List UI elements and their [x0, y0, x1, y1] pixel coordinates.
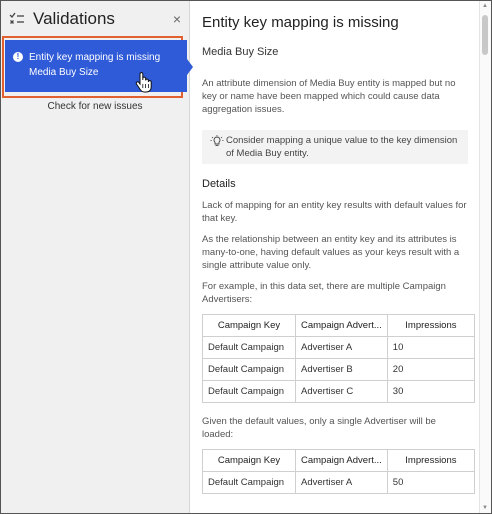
table-cell: 30: [386, 380, 476, 403]
example-table-before: Campaign Key Campaign Advert... Impressi…: [202, 314, 476, 403]
table-cell: 10: [386, 336, 476, 359]
column-header: Campaign Key: [202, 314, 296, 337]
column-header: Campaign Advert...: [295, 314, 388, 337]
table-cell: 20: [386, 358, 476, 381]
table-row: Default Campaign Advertiser B 20: [202, 358, 476, 381]
panel-title: Validations: [33, 9, 115, 28]
table-header-row: Campaign Key Campaign Advert... Impressi…: [202, 449, 476, 472]
scroll-down-icon[interactable]: ▼: [482, 505, 488, 511]
table-row: Default Campaign Advertiser A 50: [202, 471, 476, 494]
table-cell: Advertiser A: [295, 336, 388, 359]
tip-box: Consider mapping a unique value to the k…: [202, 130, 468, 164]
table-cell: Default Campaign: [202, 380, 296, 403]
app-window: Validations × ! Entity key mapping is mi…: [0, 0, 492, 514]
table-cell: Advertiser B: [295, 358, 388, 381]
table-row: Default Campaign Advertiser C 30: [202, 380, 476, 403]
column-header: Impressions: [386, 449, 476, 472]
check-for-new-issues-link[interactable]: Check for new issues: [1, 101, 189, 112]
example-table-after: Campaign Key Campaign Advert... Impressi…: [202, 449, 476, 494]
hand-cursor-icon: [135, 72, 152, 93]
close-icon[interactable]: ×: [173, 11, 181, 27]
table-cell: 50: [386, 471, 476, 494]
issue-detail-panel: Entity key mapping is missing Media Buy …: [190, 1, 480, 513]
scrollbar-thumb[interactable]: [482, 15, 488, 55]
details-paragraph-3: For example, in this data set, there are…: [202, 281, 446, 305]
lightbulb-icon: [210, 135, 224, 146]
detail-description: An attribute dimension of Media Buy enti…: [202, 78, 456, 115]
details-heading: Details: [202, 178, 236, 190]
alert-icon: !: [13, 52, 23, 62]
details-paragraph-4: Given the default values, only a single …: [202, 416, 436, 440]
detail-title: Entity key mapping is missing: [202, 14, 399, 31]
table-cell: Default Campaign: [202, 358, 296, 381]
table-cell: Advertiser C: [295, 380, 388, 403]
scroll-up-icon[interactable]: ▲: [482, 3, 488, 9]
scrollbar[interactable]: ▲ ▼: [479, 1, 491, 513]
list-check-icon: [9, 12, 24, 24]
issue-subtitle: Media Buy Size: [29, 67, 99, 78]
table-cell: Default Campaign: [202, 336, 296, 359]
issue-card[interactable]: ! Entity key mapping is missing Media Bu…: [5, 40, 187, 92]
table-row: Default Campaign Advertiser A 10: [202, 336, 476, 359]
column-header: Impressions: [386, 314, 476, 337]
validations-panel: Validations × ! Entity key mapping is mi…: [1, 1, 193, 513]
validations-header: Validations ×: [1, 1, 189, 37]
details-paragraph-2: As the relationship between an entity ke…: [202, 234, 460, 271]
details-paragraph-1: Lack of mapping for an entity key result…: [202, 200, 467, 224]
table-cell: Advertiser A: [295, 471, 388, 494]
table-header-row: Campaign Key Campaign Advert... Impressi…: [202, 314, 476, 337]
table-cell: Default Campaign: [202, 471, 296, 494]
column-header: Campaign Key: [202, 449, 296, 472]
column-header: Campaign Advert...: [295, 449, 388, 472]
detail-subtitle: Media Buy Size: [202, 46, 279, 58]
issue-title: Entity key mapping is missing: [29, 52, 161, 63]
tip-text: Consider mapping a unique value to the k…: [226, 135, 458, 159]
